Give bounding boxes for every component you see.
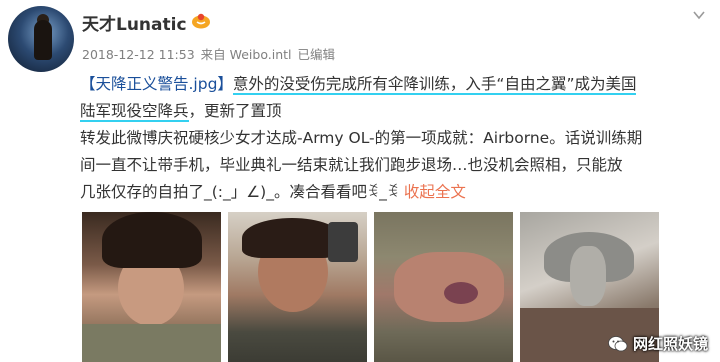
- post-source: 来自 Weibo.intl: [200, 47, 292, 62]
- avatar[interactable]: [8, 6, 74, 72]
- photo-dispenser-shape: [328, 222, 358, 262]
- underlined-text: 意外的没受伤完成所有伞降训练，入手“自由之翼”成为美国: [232, 75, 637, 95]
- photo-badge-chute-shape: [570, 246, 606, 306]
- avatar-figure-body: [34, 20, 52, 60]
- post-text-span: ，更新了置顶: [188, 102, 282, 120]
- photo-hair-shape: [102, 212, 202, 268]
- post-line-1: 【天降正义警告.jpg】意外的没受伤完成所有伞降训练，入手“自由之翼”成为美国: [80, 71, 710, 98]
- watermark-text: 网红照妖镜: [632, 335, 708, 353]
- underlined-text: 陆军现役空降兵: [80, 102, 189, 122]
- post-timestamp[interactable]: 2018-12-12 11:53: [82, 47, 195, 62]
- photo-thumbnail[interactable]: [374, 212, 513, 362]
- photo-hair-shape: [242, 218, 342, 258]
- vip-badge-icon: [192, 13, 210, 29]
- photo-thumbnail[interactable]: [82, 212, 221, 362]
- wechat-icon: [608, 335, 628, 351]
- user-name[interactable]: 天才Lunatic: [82, 10, 187, 35]
- chevron-down-icon[interactable]: [692, 8, 706, 22]
- photo-bruise-shape: [444, 282, 478, 304]
- post-text: 【天降正义警告.jpg】意外的没受伤完成所有伞降训练，入手“自由之翼”成为美国 …: [80, 71, 710, 206]
- photo-uniform-shape: [82, 324, 221, 362]
- post-line-4: 间一直不让带手机，毕业典礼一结束就让我们跑步退场…也没机会照相，只能放: [80, 156, 623, 174]
- watermark: 网红照妖镜: [608, 333, 708, 354]
- edited-label: 已编辑: [297, 47, 335, 62]
- post-line-2: 陆军现役空降兵，更新了置顶: [80, 98, 710, 125]
- hashtag-link[interactable]: 【天降正义警告.jpg】: [80, 75, 233, 93]
- post-line-5: 几张仅存的自拍了_(:_」∠)_。凑合看看吧ꉂ_ꉂ 收起全文: [80, 179, 710, 206]
- post-text-span: 几张仅存的自拍了_(:_」∠)_。凑合看看吧ꉂ_ꉂ: [80, 183, 399, 201]
- post-line-3: 转发此微博庆祝硬核少女才达成-Army OL-的第一项成就：Airborne。话…: [80, 129, 643, 147]
- photo-thumbnail[interactable]: [228, 212, 367, 362]
- collapse-text-link[interactable]: 收起全文: [404, 183, 466, 201]
- post-meta: 2018-12-12 11:53 来自 Weibo.intl 已编辑: [82, 44, 337, 63]
